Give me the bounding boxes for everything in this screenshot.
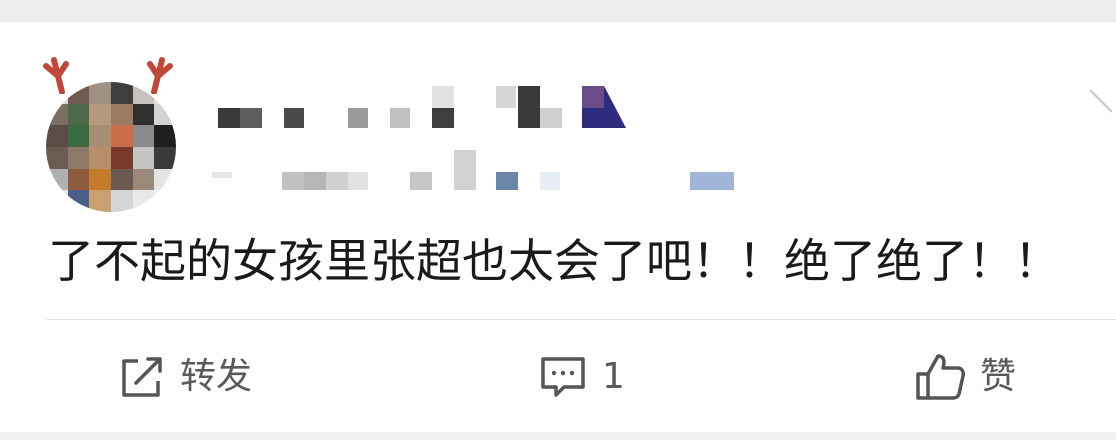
antler-left-icon: [43, 57, 69, 94]
comment-icon: [541, 357, 585, 397]
top-gap: [0, 0, 1116, 22]
avatar[interactable]: [43, 57, 180, 212]
badge-icon: [582, 86, 626, 128]
post-text: 了不起的女孩里张超也太会了吧！！绝了绝了！！: [48, 234, 1060, 288]
repost-button[interactable]: 转发: [118, 350, 252, 404]
like-button[interactable]: 赞: [914, 350, 1016, 404]
bottom-edge: [0, 432, 1116, 440]
like-label: 赞: [980, 356, 1017, 397]
comment-button[interactable]: 1: [538, 350, 625, 404]
antler-right-icon: [147, 57, 173, 94]
repost-label: 转发: [180, 356, 253, 397]
avatar-image: [46, 82, 176, 212]
share-icon: [122, 357, 162, 397]
chevron-down-icon[interactable]: [1086, 86, 1116, 116]
comment-count: 1: [602, 356, 625, 397]
thumbs-up-icon: [916, 354, 965, 400]
divider: [46, 319, 1116, 320]
